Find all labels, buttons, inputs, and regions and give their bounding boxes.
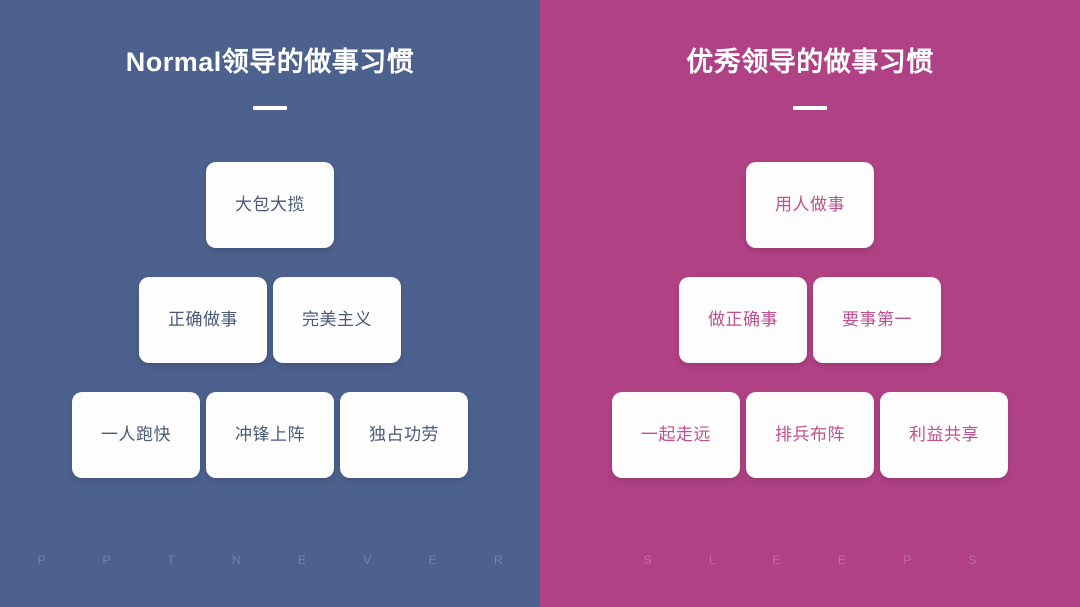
habit-card[interactable]: 独占功劳 bbox=[340, 392, 468, 478]
left-card-row-1: 大包大揽 bbox=[206, 162, 334, 248]
habit-card-label: 用人做事 bbox=[775, 195, 845, 214]
left-card-pyramid: 大包大揽 正确做事 完美主义 一人跑快 冲锋上阵 独占功劳 bbox=[0, 162, 540, 478]
habit-card-label: 冲锋上阵 bbox=[235, 425, 305, 444]
habit-card[interactable]: 做正确事 bbox=[679, 277, 807, 363]
habit-card[interactable]: 用人做事 bbox=[746, 162, 874, 248]
left-title-underline bbox=[253, 106, 287, 110]
habit-card[interactable]: 一起走远 bbox=[612, 392, 740, 478]
right-panel-title: 优秀领导的做事习惯 bbox=[686, 47, 934, 77]
left-card-row-3: 一人跑快 冲锋上阵 独占功劳 bbox=[72, 392, 468, 478]
left-watermark: P P T N E V E R bbox=[37, 553, 530, 567]
right-title-block: 优秀领导的做事习惯 bbox=[540, 44, 1080, 110]
right-card-pyramid: 用人做事 做正确事 要事第一 一起走远 排兵布阵 利益共享 bbox=[540, 162, 1080, 478]
habit-card-label: 正确做事 bbox=[168, 310, 238, 329]
habit-card-label: 大包大揽 bbox=[235, 195, 305, 214]
right-card-row-3: 一起走远 排兵布阵 利益共享 bbox=[612, 392, 1008, 478]
habit-card-label: 做正确事 bbox=[708, 310, 778, 329]
left-panel-title: Normal领导的做事习惯 bbox=[125, 47, 415, 77]
habit-card-label: 要事第一 bbox=[842, 310, 912, 329]
left-card-row-2: 正确做事 完美主义 bbox=[139, 277, 401, 363]
habit-card[interactable]: 要事第一 bbox=[813, 277, 941, 363]
left-title-block: Normal领导的做事习惯 bbox=[0, 44, 540, 110]
habit-card-label: 排兵布阵 bbox=[775, 425, 845, 444]
habit-card[interactable]: 冲锋上阵 bbox=[206, 392, 334, 478]
habit-card[interactable]: 正确做事 bbox=[139, 277, 267, 363]
left-panel: Normal领导的做事习惯 大包大揽 正确做事 完美主义 一人跑快 冲锋上阵 独… bbox=[0, 0, 540, 607]
habit-card-label: 一人跑快 bbox=[101, 425, 171, 444]
comparison-slide: Normal领导的做事习惯 大包大揽 正确做事 完美主义 一人跑快 冲锋上阵 独… bbox=[0, 0, 1080, 607]
habit-card-label: 一起走远 bbox=[641, 425, 711, 444]
habit-card[interactable]: 排兵布阵 bbox=[746, 392, 874, 478]
right-card-row-1: 用人做事 bbox=[746, 162, 874, 248]
right-panel: 优秀领导的做事习惯 用人做事 做正确事 要事第一 一起走远 排兵布阵 利益共享 … bbox=[540, 0, 1080, 607]
right-watermark: S L E E P S bbox=[643, 553, 1004, 567]
right-card-row-2: 做正确事 要事第一 bbox=[679, 277, 941, 363]
right-title-underline bbox=[793, 106, 827, 110]
habit-card-label: 独占功劳 bbox=[369, 425, 439, 444]
habit-card[interactable]: 一人跑快 bbox=[72, 392, 200, 478]
habit-card[interactable]: 利益共享 bbox=[880, 392, 1008, 478]
habit-card[interactable]: 完美主义 bbox=[273, 277, 401, 363]
habit-card-label: 利益共享 bbox=[909, 425, 979, 444]
habit-card[interactable]: 大包大揽 bbox=[206, 162, 334, 248]
habit-card-label: 完美主义 bbox=[302, 310, 372, 329]
